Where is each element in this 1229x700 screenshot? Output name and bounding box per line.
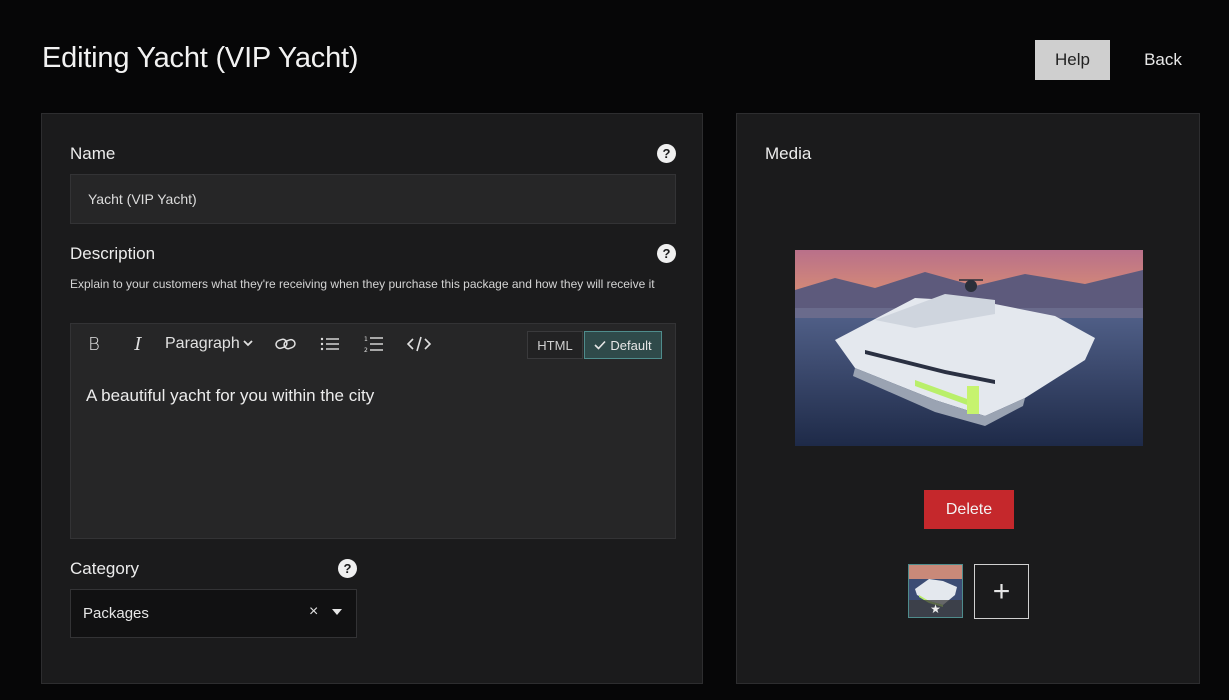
svg-text:2: 2 <box>364 347 368 353</box>
link-icon[interactable] <box>274 332 298 356</box>
name-label: Name <box>70 144 116 163</box>
numbered-list-icon[interactable]: 12 <box>363 332 385 356</box>
chevron-down-icon <box>243 338 253 350</box>
yacht-image <box>795 250 1143 446</box>
bold-icon[interactable]: B <box>83 332 105 356</box>
category-help-icon[interactable]: ? <box>338 559 357 578</box>
description-label: Description <box>70 244 156 263</box>
svg-text:1: 1 <box>364 336 368 343</box>
paragraph-label: Paragraph <box>165 335 240 352</box>
media-panel: Media Delete ★ + <box>736 113 1200 684</box>
help-button[interactable]: Help <box>1035 40 1110 80</box>
code-icon[interactable] <box>405 332 433 356</box>
back-button[interactable]: Back <box>1130 40 1196 80</box>
name-input[interactable] <box>70 174 676 224</box>
media-thumbnail[interactable]: ★ <box>908 564 963 618</box>
description-editor[interactable]: B I Paragraph 12 HTML Default A beautifu… <box>70 323 676 539</box>
check-icon <box>594 338 606 353</box>
category-value: Packages <box>83 605 149 622</box>
category-select[interactable]: Packages × <box>70 589 357 638</box>
html-mode-button[interactable]: HTML <box>527 331 583 359</box>
italic-icon[interactable]: I <box>127 332 149 356</box>
description-help-icon[interactable]: ? <box>657 244 676 263</box>
delete-button[interactable]: Delete <box>924 490 1014 529</box>
description-content[interactable]: A beautiful yacht for you within the cit… <box>86 386 374 406</box>
bullet-list-icon[interactable] <box>319 332 341 356</box>
package-form-panel: Name ? Description ? Explain to your cus… <box>41 113 703 684</box>
caret-down-icon[interactable] <box>332 609 342 615</box>
default-mode-label: Default <box>610 337 652 353</box>
page-title: Editing Yacht (VIP Yacht) <box>42 42 359 74</box>
clear-icon[interactable]: × <box>309 603 318 621</box>
description-help-text: Explain to your customers what they're r… <box>70 277 655 291</box>
paragraph-dropdown[interactable]: Paragraph <box>165 332 263 356</box>
editor-toolbar: B I Paragraph 12 HTML Default <box>71 324 675 364</box>
media-label: Media <box>765 144 812 163</box>
default-mode-button[interactable]: Default <box>584 331 662 359</box>
name-help-icon[interactable]: ? <box>657 144 676 163</box>
star-icon: ★ <box>909 600 962 617</box>
category-label: Category <box>70 559 139 578</box>
add-media-button[interactable]: + <box>974 564 1029 619</box>
